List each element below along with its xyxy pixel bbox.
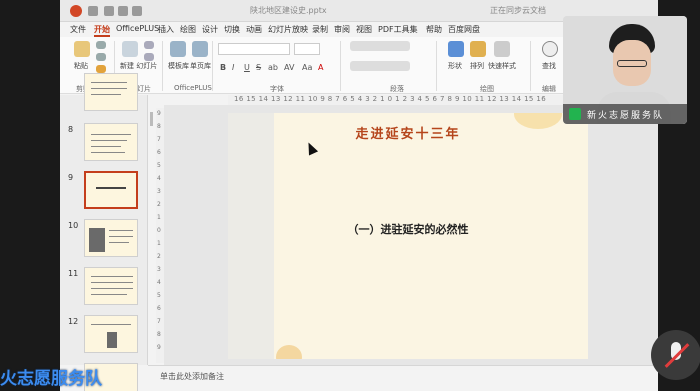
tab-insert[interactable]: 插入 <box>158 24 174 35</box>
vertical-ruler: 9 8 7 6 5 4 3 2 1 0 1 2 3 4 5 6 7 8 9 <box>156 108 164 363</box>
template-library-icon[interactable] <box>170 41 186 57</box>
tab-officeplus[interactable]: OfficePLUS <box>116 24 159 33</box>
participant-name-bar: 新火志愿服务队 <box>563 104 687 124</box>
strikethrough-button[interactable]: S <box>256 63 261 72</box>
quick-styles-label: 快速样式 <box>488 62 516 70</box>
save-icon[interactable] <box>104 6 114 16</box>
reset-icon[interactable] <box>144 53 154 61</box>
divider <box>530 41 531 91</box>
mic-muted-icon[interactable] <box>651 330 700 380</box>
sync-status: 正在同步云文档 <box>490 6 546 15</box>
tab-review[interactable]: 审阅 <box>334 24 350 35</box>
character-spacing-button[interactable]: AV <box>284 63 294 72</box>
arrange-icon[interactable] <box>470 41 486 57</box>
tab-baidu-netdisk[interactable]: 百度网盘 <box>448 24 480 35</box>
paste-label: 粘贴 <box>74 62 88 70</box>
undo-icon[interactable] <box>118 6 128 16</box>
tab-draw[interactable]: 绘图 <box>180 24 196 35</box>
cut-icon[interactable] <box>96 41 106 49</box>
single-page-library-icon[interactable] <box>192 41 208 57</box>
document-title: 陕北地区建设史.pptx <box>250 6 327 15</box>
slide-title[interactable]: 走进延安十三年 <box>228 123 588 142</box>
font-size-select[interactable] <box>294 43 320 55</box>
slide-decoration <box>276 345 302 359</box>
watermark-caption: 火志愿服务队 <box>0 369 102 389</box>
slide-editing-area: 走进延安十三年 （一）进驻延安的必然性 <box>164 105 658 365</box>
slide-thumbnail-9[interactable] <box>84 171 138 209</box>
alignment-tools[interactable] <box>350 61 410 71</box>
new-slide-label: 新建 幻灯片 <box>120 62 158 70</box>
slide-subtitle[interactable]: （一）进驻延安的必然性 <box>228 221 588 237</box>
single-page-library-label: 单页库 <box>190 62 211 70</box>
current-slide[interactable]: 走进延安十三年 （一）进驻延安的必然性 <box>228 113 588 359</box>
divider <box>436 41 437 91</box>
tab-design[interactable]: 设计 <box>202 24 218 35</box>
tab-slideshow[interactable]: 幻灯片放映 <box>268 24 308 35</box>
slide-thumbnail-10[interactable] <box>84 219 138 257</box>
autosave-toggle[interactable] <box>88 6 98 16</box>
thumbnail-scrollbar[interactable] <box>150 112 153 126</box>
italic-button[interactable]: I <box>232 63 234 72</box>
group-officeplus: OfficePLUS <box>174 84 212 92</box>
find-label: 查找 <box>542 62 556 70</box>
font-name-select[interactable] <box>218 43 290 55</box>
tab-help[interactable]: 帮助 <box>426 24 442 35</box>
group-editing: 编辑 <box>542 85 556 93</box>
slide-number: 12 <box>68 317 79 326</box>
divider <box>340 41 341 91</box>
find-icon[interactable] <box>542 41 558 57</box>
divider <box>212 41 213 91</box>
copy-icon[interactable] <box>96 53 106 61</box>
format-painter-icon[interactable] <box>96 65 106 73</box>
layout-icon[interactable] <box>144 41 154 49</box>
powerpoint-icon <box>70 5 82 17</box>
group-font: 字体 <box>270 85 284 93</box>
paste-icon[interactable] <box>74 41 90 57</box>
slide-thumbnail-8[interactable] <box>84 123 138 161</box>
arrange-label: 排列 <box>470 62 484 70</box>
divider <box>162 41 163 91</box>
font-color-button[interactable]: A <box>318 63 323 72</box>
webcam-video: 新火志愿服务队 <box>563 16 687 124</box>
slide-thumbnail-11[interactable] <box>84 267 138 305</box>
slide-number: 9 <box>68 173 74 182</box>
tab-pdf-tools[interactable]: PDF工具集 <box>378 24 418 35</box>
slide-thumbnail-prev[interactable] <box>84 73 138 111</box>
group-paragraph: 段落 <box>390 85 404 93</box>
screen-share-icon <box>569 108 581 120</box>
quick-styles-icon[interactable] <box>494 41 510 57</box>
tab-home[interactable]: 开始 <box>94 24 110 37</box>
change-case-button[interactable]: Aa <box>302 63 312 72</box>
redo-icon[interactable] <box>132 6 142 16</box>
slide-number: 8 <box>68 125 74 134</box>
slide-thumbnails-pane: 8 9 10 11 12 <box>60 73 148 391</box>
group-drawing: 绘图 <box>480 85 494 93</box>
slide-number: 11 <box>68 269 79 278</box>
notes-pane[interactable]: 单击此处添加备注 <box>148 365 658 391</box>
tab-record[interactable]: 录制 <box>312 24 328 35</box>
tab-view[interactable]: 视图 <box>356 24 372 35</box>
underline-button[interactable]: U <box>244 63 250 72</box>
notes-placeholder: 单击此处添加备注 <box>160 372 224 381</box>
participant-name: 新火志愿服务队 <box>587 111 665 121</box>
paragraph-tools[interactable] <box>350 41 410 51</box>
shapes-label: 形状 <box>448 62 462 70</box>
tab-animations[interactable]: 动画 <box>246 24 262 35</box>
slide-number: 10 <box>68 221 79 230</box>
text-shadow-button[interactable]: ab <box>268 63 278 72</box>
template-library-label: 模板库 <box>168 62 189 70</box>
bold-button[interactable]: B <box>220 63 226 72</box>
shapes-icon[interactable] <box>448 41 464 57</box>
tab-transitions[interactable]: 切换 <box>224 24 240 35</box>
slide-thumbnail-12[interactable] <box>84 315 138 353</box>
tab-file[interactable]: 文件 <box>70 24 86 35</box>
new-slide-icon[interactable] <box>122 41 138 57</box>
